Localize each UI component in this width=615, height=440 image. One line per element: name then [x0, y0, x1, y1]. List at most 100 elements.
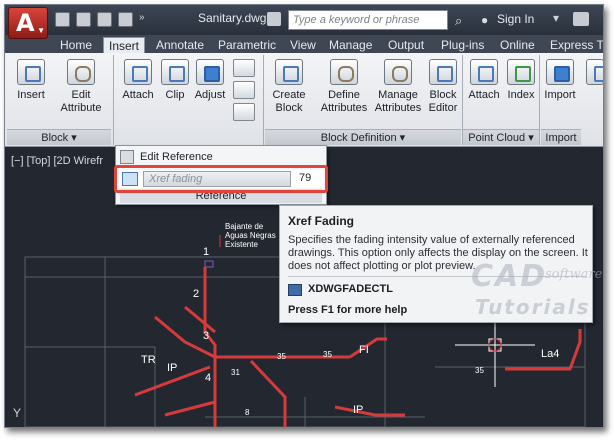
frames-icon[interactable] — [233, 81, 255, 99]
save-icon[interactable] — [97, 12, 112, 27]
tooltip-title: Xref Fading — [288, 214, 355, 228]
partial-ribbon-icon — [586, 59, 603, 85]
label-tr: TR — [141, 354, 156, 366]
insert-label: Insert — [17, 89, 45, 101]
import-panel-label: Import — [545, 132, 577, 144]
drainage-note-line3: Existente — [225, 240, 258, 249]
sign-in-link[interactable]: Sign In — [497, 12, 534, 26]
manage-attributes-icon — [384, 59, 412, 85]
binoculars-icon[interactable]: ⌕ — [455, 13, 462, 29]
clip-button[interactable]: Clip — [160, 59, 190, 102]
search-input[interactable]: Type a keyword or phrase — [288, 10, 448, 30]
edit-attribute-label-1: Edit — [71, 89, 91, 101]
tab-home[interactable]: Home — [55, 37, 97, 53]
adjust-button[interactable]: Adjust — [191, 59, 229, 102]
window-control-icon[interactable] — [573, 12, 589, 26]
application-menu-button[interactable]: A ▼ — [8, 7, 48, 39]
point-cloud-attach-button[interactable]: Attach — [465, 59, 503, 102]
point-cloud-attach-icon — [470, 59, 498, 85]
panel-title-import[interactable]: Import — [541, 129, 581, 145]
label-31: 31 — [231, 368, 240, 377]
print-icon[interactable] — [118, 12, 133, 27]
import-label: Import — [544, 89, 576, 101]
insert-button[interactable]: Insert — [13, 59, 49, 102]
label-ip-2: IP — [353, 404, 363, 416]
panel-title-point-cloud[interactable]: Point Cloud ▾ — [463, 129, 539, 145]
adjust-label: Adjust — [194, 89, 226, 101]
block-editor-button[interactable]: Block Editor — [425, 59, 461, 115]
label-fi: FI — [359, 344, 369, 356]
tab-annotate[interactable]: Annotate — [151, 37, 209, 53]
label-8: 8 — [245, 408, 250, 417]
tab-output[interactable]: Output — [383, 37, 429, 53]
drainage-note-line1: Bajante de — [225, 222, 264, 231]
tab-manage[interactable]: Manage — [324, 37, 377, 53]
xref-fading-icon[interactable] — [122, 172, 138, 186]
dropdown-arrow-icon[interactable]: ▾ — [553, 11, 559, 25]
user-icon: ● — [481, 13, 489, 27]
tab-insert[interactable]: Insert — [103, 37, 146, 53]
tab-express-tools[interactable]: Express To — [545, 37, 603, 53]
block-definition-panel-label: Block Definition — [320, 132, 397, 144]
create-block-icon — [275, 59, 303, 85]
ribbon-tabs: Home Insert Annotate Parametric View Man… — [5, 35, 603, 53]
tab-view[interactable]: View — [285, 37, 321, 53]
command-icon — [288, 284, 302, 296]
manage-attributes-label-2: Attributes — [374, 102, 422, 114]
more-commands-icon[interactable]: » — [139, 12, 149, 27]
ribbon-panel: Insert Edit Attribute Block ▾ Attach Cli… — [5, 53, 603, 147]
xref-fading-value[interactable]: 79 — [299, 172, 311, 184]
tab-online[interactable]: Online — [495, 37, 540, 53]
manage-attributes-button[interactable]: Manage Attributes — [371, 59, 425, 115]
watermark-software: software — [545, 267, 603, 282]
label-35-a: 35 — [277, 352, 286, 361]
manage-attributes-label-1: Manage — [378, 89, 418, 101]
label-4: 4 — [205, 372, 211, 384]
xref-fading-slider[interactable]: Xref fading — [143, 171, 291, 187]
tooltip-command-name: XDWGFADECTL — [308, 283, 393, 295]
label-ip-1: IP — [167, 362, 177, 374]
index-label: Index — [507, 89, 535, 101]
block-editor-label-2: Editor — [428, 102, 458, 114]
new-file-icon[interactable] — [55, 12, 70, 27]
define-attributes-button[interactable]: Define Attributes — [315, 59, 373, 115]
title-bar: » Sanitary.dwg ... Type a keyword or phr… — [5, 5, 603, 35]
tooltip-help-hint: Press F1 for more help — [288, 304, 408, 316]
label-3: 3 — [203, 330, 209, 342]
tab-parametric[interactable]: Parametric — [213, 37, 281, 53]
create-block-button[interactable]: Create Block — [268, 59, 310, 115]
paperclip-icon — [124, 59, 152, 85]
ribbon-overflow-button[interactable] — [585, 59, 603, 89]
block-panel-label: Block — [41, 132, 69, 144]
autocad-logo-icon: A — [16, 9, 35, 37]
divider — [113, 55, 114, 145]
attach-label: Attach — [122, 89, 154, 101]
underlay-layers-icon[interactable] — [233, 59, 255, 77]
attach-button[interactable]: Attach — [118, 59, 158, 102]
label-la4: La4 — [541, 348, 559, 360]
triangle-down-icon: ▾ — [71, 132, 77, 144]
xref-fading-label: Xref fading — [149, 173, 203, 185]
label-1: 1 — [203, 246, 209, 258]
clip-icon — [161, 59, 189, 85]
block-editor-label-1: Block — [429, 89, 457, 101]
import-button[interactable]: Import — [541, 59, 579, 102]
label-2: 2 — [193, 288, 199, 300]
edit-reference-icon — [120, 150, 134, 164]
index-button[interactable]: Index — [505, 59, 537, 102]
tab-plug-ins[interactable]: Plug-ins — [436, 37, 489, 53]
open-folder-icon[interactable] — [76, 12, 91, 27]
search-placeholder: Type a keyword or phrase — [293, 14, 420, 26]
define-attributes-label-2: Attributes — [320, 102, 368, 114]
title-dropdown-icon[interactable] — [267, 12, 281, 26]
insert-block-icon — [17, 59, 45, 85]
snap-to-underlay-icon[interactable] — [233, 103, 255, 121]
label-35-c: 35 — [475, 366, 484, 375]
panel-title-block[interactable]: Block ▾ — [7, 129, 111, 145]
panel-title-block-definition[interactable]: Block Definition ▾ — [265, 129, 461, 145]
edit-reference-label: Edit Reference — [140, 150, 213, 163]
edit-attribute-icon — [67, 59, 95, 85]
clip-label: Clip — [165, 89, 185, 101]
edit-attribute-label-2: Attribute — [60, 102, 102, 114]
edit-attribute-button[interactable]: Edit Attribute — [55, 59, 107, 115]
